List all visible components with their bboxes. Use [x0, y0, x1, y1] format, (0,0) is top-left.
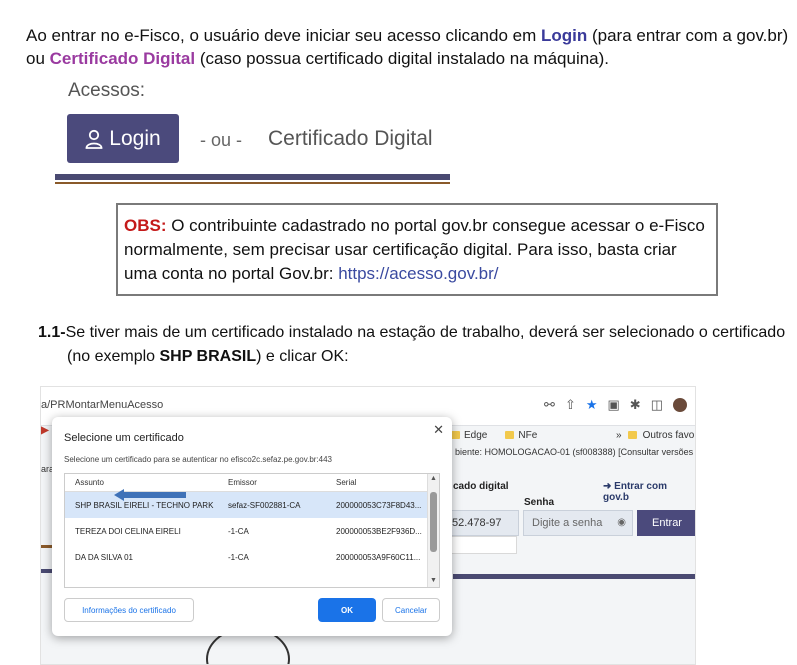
bg-senha-input[interactable]: Digite a senha ◉: [523, 510, 633, 536]
bookmark-nfe[interactable]: NFe: [505, 430, 537, 441]
column-header-serial: Serial: [336, 478, 357, 487]
site-logo-fragment-icon: ▶: [41, 425, 49, 436]
bg-entrar-button[interactable]: Entrar: [637, 510, 695, 536]
bookmark-edge[interactable]: Edge: [451, 430, 487, 441]
folder-icon: [451, 431, 460, 439]
row-serial: 200000053A9F60C11...: [336, 553, 421, 562]
arrow-left-annotation-icon: [114, 489, 186, 501]
ok-button[interactable]: OK: [318, 598, 376, 622]
intro-text-3: (caso possua certificado digital instala…: [195, 49, 610, 68]
dialog-subtitle: Selecione um certificado para se autenti…: [64, 455, 333, 464]
eye-icon[interactable]: ◉: [617, 517, 626, 528]
share-icon[interactable]: ⇧: [565, 397, 576, 413]
row-serial: 200000053BE2F936D...: [336, 527, 422, 536]
browser-screenshot: a/PRMontarMenuAcesso ⚯ ⇧ ★ ▣ ✱ ◫ ▶ Edge …: [40, 386, 696, 665]
row-issuer: -1-CA: [228, 527, 249, 536]
intro-text-1: Ao entrar no e-Fisco, o usuário deve ini…: [26, 26, 541, 45]
sidebar-icon[interactable]: ◫: [651, 397, 663, 413]
extension-b-icon[interactable]: ▣: [608, 397, 620, 413]
row-serial: 200000053C73F8D43...: [336, 501, 422, 510]
intro-login-keyword: Login: [540, 26, 588, 45]
step-number: 1.1-: [38, 324, 66, 341]
bg-cpf-input[interactable]: 52.478-97: [441, 510, 519, 536]
key-icon[interactable]: ⚯: [544, 397, 555, 413]
bookmark-nfe-label: NFe: [518, 429, 538, 441]
close-icon[interactable]: ✕: [433, 422, 444, 438]
divider-brown: [55, 182, 450, 184]
folder-icon: [505, 431, 515, 439]
cert-digital-link[interactable]: Certificado Digital: [268, 127, 433, 151]
bg-divider-purple-right: [453, 574, 695, 579]
column-header-subject: Assunto: [75, 478, 104, 487]
obs-note-box: OBS: O contribuinte cadastrado no portal…: [116, 203, 718, 296]
bg-senha-placeholder: Digite a senha: [532, 517, 603, 529]
or-separator: - ou -: [200, 130, 243, 150]
chevron-up-icon[interactable]: ▲: [430, 475, 437, 482]
bg-input-below: [441, 536, 517, 554]
step-text-2: ) e clicar OK:: [256, 348, 349, 365]
scrollbar-thumb[interactable]: [430, 492, 437, 552]
folder-icon: [627, 431, 637, 439]
table-row[interactable]: TEREZA DOI CELINA EIRELI -1-CA 200000053…: [65, 518, 429, 544]
table-scrollbar[interactable]: ▲ ▼: [427, 474, 439, 587]
bookmark-more[interactable]: »: [616, 430, 622, 441]
login-button[interactable]: Login: [67, 114, 179, 163]
row-subject: SHP BRASIL EIRELI - TECHNO PARK: [75, 501, 214, 510]
obs-tag: OBS:: [124, 216, 167, 235]
step-highlight: SHP BRASIL: [159, 348, 257, 365]
chevron-down-icon[interactable]: ▼: [430, 577, 437, 584]
row-subject: TEREZA DOI CELINA EIRELI: [75, 527, 181, 536]
bookmarks-overflow: » Outros favo: [616, 425, 694, 445]
column-header-issuer: Emissor: [228, 478, 257, 487]
cert-info-button[interactable]: Informações do certificado: [64, 598, 194, 622]
signin-arrow-icon: ➜: [603, 481, 615, 492]
toolbar-icons: ⚯ ⇧ ★ ▣ ✱ ◫: [544, 397, 687, 413]
bookmarks-bar: Edge NFe: [451, 425, 537, 445]
bg-cert-digital-heading: cado digital: [453, 481, 509, 492]
row-subject: DA DA SILVA 01: [75, 553, 133, 562]
login-button-label: Login: [109, 126, 161, 150]
puzzle-icon[interactable]: ✱: [630, 397, 641, 413]
bg-senha-label: Senha: [524, 497, 555, 508]
bookmark-edge-label: Edge: [464, 429, 488, 441]
step-instruction: 1.1-Se tiver mais de um certificado inst…: [38, 321, 797, 369]
row-issuer: sefaz-SF002881-CA: [228, 501, 301, 510]
bookmark-other[interactable]: Outros favo: [643, 430, 695, 441]
bg-entrar-gov-link[interactable]: ➜ Entrar com gov.b: [603, 481, 695, 503]
intro-cert-keyword: Certificado Digital: [49, 49, 196, 68]
table-row[interactable]: DA DA SILVA 01 -1-CA 200000053A9F60C11..…: [65, 544, 429, 570]
address-url[interactable]: a/PRMontarMenuAcesso: [41, 399, 163, 411]
avatar[interactable]: [673, 398, 687, 412]
user-icon: [85, 129, 103, 149]
row-issuer: -1-CA: [228, 553, 249, 562]
star-icon[interactable]: ★: [586, 397, 598, 413]
access-label: Acessos:: [68, 80, 146, 101]
gov-br-link[interactable]: https://acesso.gov.br/: [338, 264, 498, 283]
cancel-button[interactable]: Cancelar: [382, 598, 440, 622]
table-row[interactable]: [65, 570, 429, 587]
divider-purple: [55, 174, 450, 180]
dialog-title: Selecione um certificado: [64, 432, 184, 444]
environment-line: biente: HOMOLOGACAO-01 (sf008388) [Consu…: [455, 447, 694, 457]
intro-paragraph: Ao entrar no e-Fisco, o usuário deve ini…: [26, 24, 796, 70]
certificate-dialog: Selecione um certificado ✕ Selecione um …: [52, 417, 452, 636]
